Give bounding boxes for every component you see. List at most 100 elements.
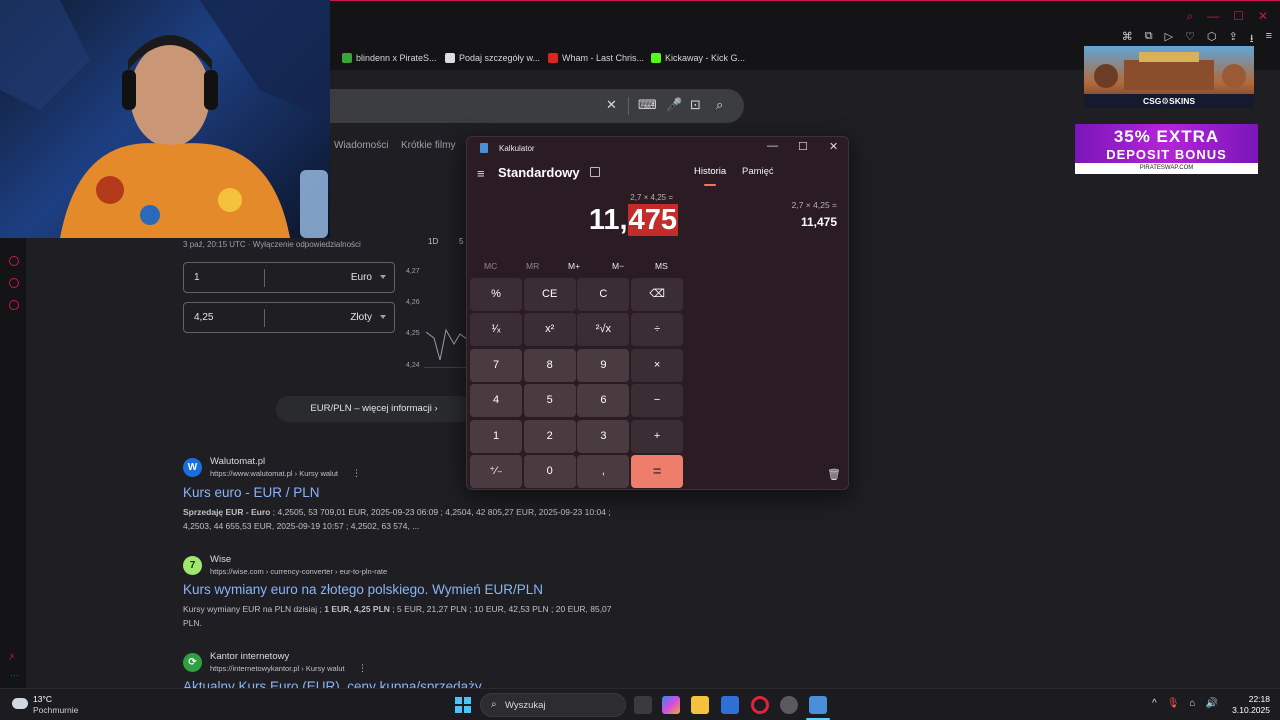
digit-4-button[interactable]: 4: [470, 384, 522, 418]
percent-button[interactable]: %: [470, 278, 522, 311]
digit-3-button[interactable]: 3: [577, 419, 630, 453]
tab-memory[interactable]: Pamięć: [742, 166, 774, 177]
subtract-button[interactable]: −: [631, 384, 684, 418]
cloud-icon[interactable]: [12, 698, 28, 709]
result-url[interactable]: https://wise.com › currency-converter › …: [210, 567, 387, 576]
tab-short-videos[interactable]: Krótkie filmy: [401, 140, 455, 151]
bookmark-item[interactable]: Kickaway - Kick G...: [651, 53, 745, 63]
negate-button[interactable]: ⁺⁄₋: [470, 455, 522, 488]
minimize-icon[interactable]: —: [767, 140, 778, 152]
weather-status[interactable]: Pochmurnie: [33, 705, 78, 715]
digit-0-button[interactable]: 0: [523, 455, 576, 488]
history-result[interactable]: 11,475: [757, 215, 837, 229]
pirateswap-ad-banner[interactable]: 35% EXTRA DEPOSIT BONUS PIRATESWAP.COM: [1075, 124, 1258, 174]
store-icon[interactable]: [721, 696, 739, 714]
tab-news[interactable]: Wiadomości: [334, 140, 388, 151]
tab-history[interactable]: Historia: [694, 166, 726, 177]
more-info-button[interactable]: EUR/PLN – więcej informacji ›: [276, 396, 472, 422]
start-button-icon[interactable]: [455, 697, 471, 713]
memory-clear-button[interactable]: MC: [484, 261, 497, 271]
converter-from[interactable]: 1 Euro: [183, 262, 395, 293]
opera-gx-icon[interactable]: [751, 696, 769, 714]
result-url[interactable]: https://internetowykantor.pl › Kursy wal…: [210, 664, 345, 673]
range-button-5d[interactable]: 5: [459, 237, 463, 246]
divide-button[interactable]: ÷: [631, 313, 684, 347]
google-search-bar[interactable]: ✕ ⌨ 🎤 ⊡ ⌕: [300, 89, 744, 123]
settings-icon[interactable]: [9, 300, 19, 310]
more-options-icon[interactable]: ⋮: [358, 663, 367, 674]
sidebar-extra-icon[interactable]: ꭗ: [10, 650, 14, 661]
task-view-icon[interactable]: [634, 696, 652, 714]
converter-to[interactable]: 4,25 Złoty: [183, 302, 395, 333]
digit-8-button[interactable]: 8: [523, 348, 576, 382]
converter-from-currency[interactable]: Euro: [351, 272, 372, 283]
csgoskins-ad-banner[interactable]: CSG⚙SKINS: [1084, 46, 1254, 108]
clear-button[interactable]: C: [577, 278, 630, 311]
digit-1-button[interactable]: 1: [470, 419, 522, 453]
square-button[interactable]: x²: [523, 313, 576, 347]
history-expression[interactable]: 2,7 × 4,25 =: [757, 200, 837, 210]
delete-history-icon[interactable]: 🗑: [827, 468, 841, 481]
chevron-down-icon[interactable]: [380, 275, 386, 279]
history-icon[interactable]: [9, 256, 19, 266]
taskbar-search[interactable]: ⌕ Wyszukaj: [480, 693, 626, 717]
converter-from-value[interactable]: 1: [194, 272, 200, 283]
pinboard-icon[interactable]: [9, 278, 19, 288]
memory-recall-button[interactable]: MR: [526, 261, 539, 271]
range-button-1d[interactable]: 1D: [428, 237, 438, 246]
search-icon[interactable]: ⌕: [716, 97, 723, 113]
clear-icon[interactable]: ✕: [606, 97, 617, 113]
close-icon[interactable]: ✕: [1258, 9, 1268, 24]
menu-icon[interactable]: ≡: [1266, 30, 1272, 49]
digit-9-button[interactable]: 9: [577, 348, 630, 382]
network-icon[interactable]: ⌂: [1189, 698, 1195, 709]
maximize-icon[interactable]: ☐: [1233, 9, 1244, 24]
calculator-display[interactable]: 11,475: [527, 204, 678, 246]
memory-add-button[interactable]: M+: [568, 261, 580, 271]
result-site-name[interactable]: Kantor internetowy: [210, 651, 289, 662]
mic-icon[interactable]: 🎤: [666, 97, 682, 113]
bookmark-item[interactable]: blindenn x PirateS...: [342, 53, 437, 63]
volume-icon[interactable]: 🔊: [1205, 698, 1217, 709]
keyboard-icon[interactable]: ⌨: [638, 97, 657, 113]
converter-to-currency[interactable]: Złoty: [350, 312, 372, 323]
hamburger-menu-icon[interactable]: ≡: [477, 166, 485, 181]
clear-entry-button[interactable]: CE: [523, 278, 576, 311]
bookmark-item[interactable]: Wham - Last Chris...: [548, 53, 644, 63]
microphone-icon[interactable]: 🎙: [1167, 698, 1180, 709]
reciprocal-button[interactable]: ¹⁄ₓ: [470, 313, 522, 347]
bookmark-item[interactable]: Podaj szczegóły w...: [445, 53, 540, 63]
result-title[interactable]: Kurs euro - EUR / PLN: [183, 485, 320, 500]
digit-2-button[interactable]: 2: [523, 419, 576, 453]
digit-5-button[interactable]: 5: [523, 384, 576, 418]
equals-button[interactable]: =: [631, 455, 684, 488]
clock-time[interactable]: 22:18: [1236, 694, 1270, 704]
multiply-button[interactable]: ×: [631, 348, 684, 382]
sidebar-more-icon[interactable]: ···: [10, 670, 19, 680]
copilot-icon[interactable]: [662, 696, 680, 714]
memory-store-button[interactable]: MS: [655, 261, 668, 271]
minimize-icon[interactable]: —: [1207, 9, 1219, 24]
square-root-button[interactable]: ²√x: [577, 313, 630, 347]
result-url[interactable]: https://www.walutomat.pl › Kursy walut: [210, 469, 338, 478]
calculator-taskbar-icon[interactable]: [809, 696, 827, 714]
chevron-down-icon[interactable]: [380, 315, 386, 319]
add-button[interactable]: +: [631, 419, 684, 453]
keep-on-top-icon[interactable]: [590, 167, 600, 177]
maximize-icon[interactable]: ☐: [798, 140, 808, 153]
backspace-button[interactable]: ⌫: [631, 278, 684, 311]
decimal-button[interactable]: ,: [577, 455, 630, 488]
close-icon[interactable]: ✕: [829, 140, 838, 153]
discord-icon[interactable]: [780, 696, 798, 714]
converter-to-value[interactable]: 4,25: [194, 312, 213, 323]
result-title[interactable]: Aktualny Kurs Euro (EUR), ceny kupna/spr…: [183, 679, 482, 688]
memory-subtract-button[interactable]: M−: [612, 261, 624, 271]
file-explorer-icon[interactable]: [691, 696, 709, 714]
result-site-name[interactable]: Wise: [210, 554, 231, 565]
lens-icon[interactable]: ⊡: [690, 97, 701, 113]
search-icon[interactable]: ⌕: [1186, 9, 1193, 24]
result-title[interactable]: Kurs wymiany euro na złotego polskiego. …: [183, 582, 543, 597]
digit-6-button[interactable]: 6: [577, 384, 630, 418]
chevron-up-icon[interactable]: ^: [1152, 698, 1157, 709]
digit-7-button[interactable]: 7: [470, 348, 522, 382]
